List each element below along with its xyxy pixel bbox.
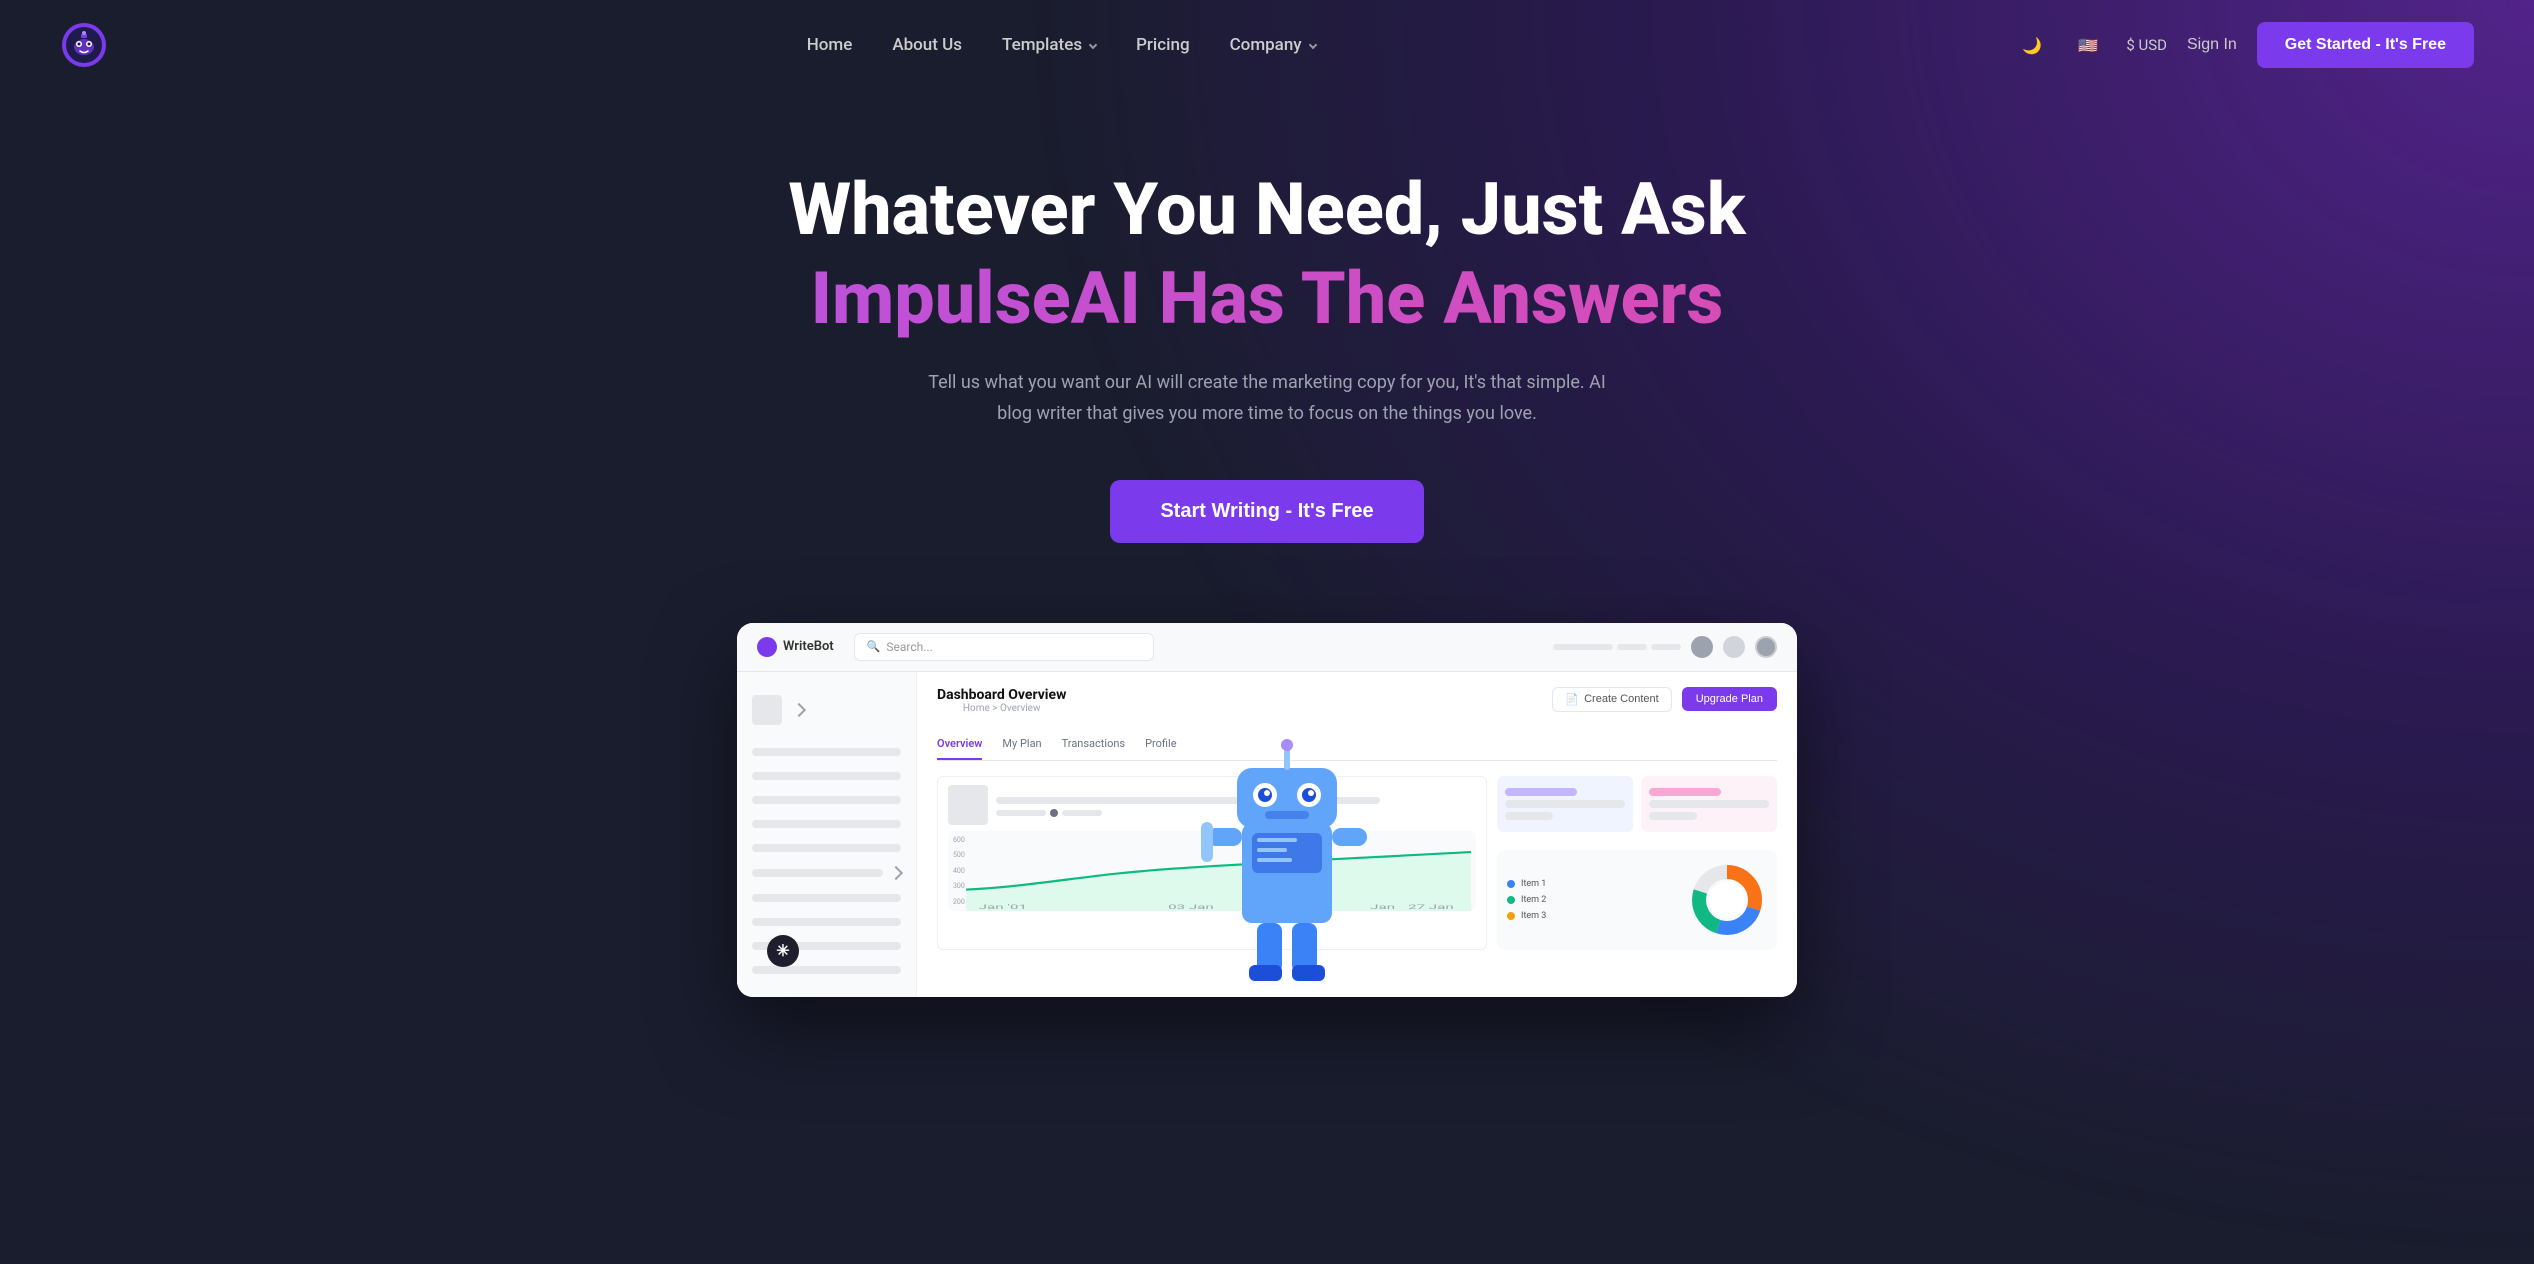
sign-in-button[interactable]: Sign In bbox=[2187, 36, 2237, 54]
sidebar-item[interactable] bbox=[737, 886, 916, 910]
language-selector[interactable] bbox=[2070, 27, 2106, 63]
logo[interactable] bbox=[60, 21, 108, 69]
company-chevron-icon bbox=[1308, 41, 1316, 49]
sidebar-item[interactable] bbox=[737, 934, 916, 958]
search-placeholder: Search... bbox=[886, 640, 932, 654]
sidebar-item[interactable] bbox=[737, 836, 916, 860]
dashboard-breadcrumb: Home > Overview bbox=[937, 703, 1066, 714]
dashboard-search[interactable]: 🔍 Search... bbox=[854, 633, 1154, 661]
nav-pricing[interactable]: Pricing bbox=[1136, 35, 1190, 55]
hero-headline-1: Whatever You Need, Just Ask bbox=[20, 170, 2514, 249]
tab-transactions[interactable]: Transactions bbox=[1062, 729, 1125, 760]
hero-subtitle: Tell us what you want our AI will create… bbox=[917, 368, 1617, 429]
hero-headline-2: ImpulseAI Has The Answers bbox=[20, 259, 2514, 338]
start-writing-button[interactable]: Start Writing - It's Free bbox=[1110, 480, 1423, 543]
svg-text:27 Jan: 27 Jan bbox=[1408, 902, 1454, 910]
nav-company[interactable]: Company bbox=[1230, 35, 1316, 55]
dashboard-logo-dot bbox=[757, 637, 777, 657]
sidebar-item[interactable] bbox=[737, 910, 916, 934]
currency-label: $ USD bbox=[2126, 36, 2167, 54]
tab-profile[interactable]: Profile bbox=[1145, 729, 1176, 760]
sidebar-item-arrow-icon bbox=[889, 865, 903, 879]
dashboard-frame: WriteBot 🔍 Search... bbox=[737, 623, 1797, 997]
topbar-avatar-2 bbox=[1723, 636, 1745, 658]
topbar-right bbox=[1553, 636, 1777, 658]
search-icon: 🔍 bbox=[867, 640, 881, 653]
sidebar-item[interactable] bbox=[737, 740, 916, 764]
sidebar-item[interactable] bbox=[737, 958, 916, 982]
dashboard-preview: WriteBot 🔍 Search... bbox=[717, 623, 1817, 997]
tab-overview[interactable]: Overview bbox=[937, 729, 982, 760]
legend-item-3: Item 3 bbox=[1507, 911, 1546, 921]
templates-chevron-icon bbox=[1089, 41, 1097, 49]
sidebar-expand-icon bbox=[792, 702, 806, 716]
upgrade-plan-button[interactable]: Upgrade Plan bbox=[1682, 687, 1777, 711]
dashboard-actions: 📄 Create Content Upgrade Plan bbox=[1552, 687, 1777, 712]
get-started-button[interactable]: Get Started - It's Free bbox=[2257, 22, 2474, 68]
nav-right: $ USD Sign In Get Started - It's Free bbox=[2014, 22, 2474, 68]
nav-home[interactable]: Home bbox=[807, 35, 853, 55]
stat-card-2 bbox=[1497, 776, 1633, 832]
dashboard-sidebar bbox=[737, 672, 917, 997]
nav-links: Home About Us Templates Pricing Company bbox=[807, 35, 1316, 55]
flag-icon bbox=[2078, 35, 2098, 56]
chart-legend: Item 1 Item 2 Item 3 bbox=[1507, 879, 1546, 921]
topbar-avatar-1 bbox=[1691, 636, 1713, 658]
donut-chart bbox=[1687, 860, 1767, 940]
sidebar-item[interactable] bbox=[737, 764, 916, 788]
legend-item-1: Item 1 bbox=[1507, 879, 1546, 889]
topbar-avatar-3 bbox=[1755, 636, 1777, 658]
document-icon: 📄 bbox=[1565, 693, 1579, 706]
nav-templates[interactable]: Templates bbox=[1002, 35, 1096, 55]
dark-mode-toggle[interactable] bbox=[2014, 27, 2050, 63]
svg-text:Jan '01: Jan '01 bbox=[978, 902, 1026, 910]
robot-illustration bbox=[1187, 723, 1387, 997]
sidebar-item[interactable] bbox=[737, 812, 916, 836]
stat-card-3 bbox=[1641, 776, 1777, 832]
nav-about[interactable]: About Us bbox=[892, 35, 962, 55]
tab-myplan[interactable]: My Plan bbox=[1002, 729, 1041, 760]
legend-item-2: Item 2 bbox=[1507, 895, 1546, 905]
navbar: Home About Us Templates Pricing Company bbox=[0, 0, 2534, 90]
dashboard-topbar: WriteBot 🔍 Search... bbox=[737, 623, 1797, 672]
hero-section: Whatever You Need, Just Ask ImpulseAI Ha… bbox=[0, 90, 2534, 1057]
moon-icon bbox=[2022, 35, 2042, 56]
asterisk-badge: ✳ bbox=[767, 935, 799, 967]
main-header: Dashboard Overview Home > Overview 📄 Cre… bbox=[937, 687, 1777, 714]
sidebar-item[interactable] bbox=[737, 788, 916, 812]
dashboard-logo: WriteBot bbox=[757, 637, 834, 657]
logo-icon bbox=[60, 21, 108, 69]
create-content-button[interactable]: 📄 Create Content bbox=[1552, 687, 1671, 712]
sidebar-item[interactable] bbox=[737, 860, 916, 886]
dashboard-title: Dashboard Overview bbox=[937, 687, 1066, 703]
right-stat-row bbox=[1497, 776, 1777, 832]
